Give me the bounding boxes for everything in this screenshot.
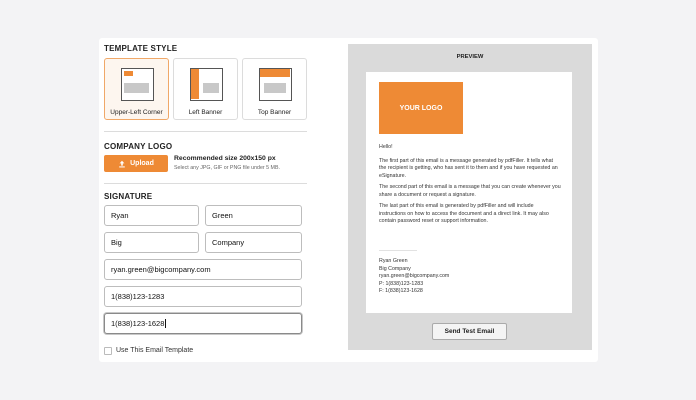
template-option-left-banner[interactable]: Left Banner xyxy=(173,58,238,120)
fax-field-value: 1(838)123-1628 xyxy=(111,319,165,328)
email-field[interactable]: ryan.green@bigcompany.com xyxy=(104,259,302,280)
signature-divider xyxy=(379,250,417,251)
signature-title: SIGNATURE xyxy=(104,192,153,201)
send-test-email-button[interactable]: Send Test Email xyxy=(432,323,507,340)
email-paragraph: The last part of this email is generated… xyxy=(379,203,549,224)
template-option-label: Top Banner xyxy=(257,109,292,116)
email-greeting: Hello! xyxy=(379,144,393,150)
template-option-label: Left Banner xyxy=(188,109,223,116)
signature-fax: F: 1(838)123-1628 xyxy=(379,288,423,294)
signature-name: Ryan Green xyxy=(379,258,408,264)
logo-hint-text: Select any JPG, GIF or PNG file under 5 … xyxy=(174,165,280,171)
signature-company: Big Company xyxy=(379,265,411,272)
fax-field[interactable]: 1(838)123-1628 xyxy=(104,313,302,334)
company-logo-title: COMPANY LOGO xyxy=(104,142,173,151)
use-template-label: Use This Email Template xyxy=(116,347,194,354)
template-option-label: Upper-Left Corner xyxy=(110,109,163,116)
signature-phone: P: 1(838)123-1283 xyxy=(379,280,424,287)
upload-button-label: Upload xyxy=(130,160,154,167)
top-banner-layout-icon xyxy=(259,68,292,101)
email-paragraph: The first part of this email is a messag… xyxy=(379,157,558,179)
text-cursor xyxy=(165,319,167,328)
left-banner-layout-icon xyxy=(190,68,223,101)
phone-field[interactable]: 1(838)123-1283 xyxy=(104,286,302,307)
first-name-field[interactable]: Ryan xyxy=(104,205,199,226)
company-field[interactable]: Company xyxy=(205,232,302,253)
upper-left-layout-icon xyxy=(121,68,154,101)
email-paragraph: The second part of this email is a messa… xyxy=(379,184,561,198)
preview-title: PREVIEW xyxy=(456,54,484,60)
template-option-top-banner[interactable]: Top Banner xyxy=(242,58,307,120)
email-body: Hello! The first part of this email is a… xyxy=(379,144,561,226)
logo-placeholder: YOUR LOGO xyxy=(379,82,463,134)
use-template-checkbox[interactable] xyxy=(104,347,112,355)
preview-panel: PREVIEW YOUR LOGO Hello! The first part … xyxy=(348,44,592,350)
email-signature: Ryan Green Big Company ryan.green@bigcom… xyxy=(379,258,449,296)
signature-email: ryan.green@bigcompany.com xyxy=(379,273,450,279)
email-template-panel: TEMPLATE STYLE Upper-Left Corner Left Ba… xyxy=(99,38,598,362)
section-divider xyxy=(104,131,307,132)
email-preview: YOUR LOGO Hello! The first part of this … xyxy=(366,72,572,313)
section-divider xyxy=(104,183,307,184)
logo-size-text: Recommended size 200x150 px xyxy=(174,155,276,162)
template-option-upper-left[interactable]: Upper-Left Corner xyxy=(104,58,169,120)
upload-button[interactable]: Upload xyxy=(104,155,168,172)
upload-icon xyxy=(119,160,125,167)
last-name-field[interactable]: Green xyxy=(205,205,302,226)
template-style-title: TEMPLATE STYLE xyxy=(104,44,178,53)
title-field[interactable]: Big xyxy=(104,232,199,253)
